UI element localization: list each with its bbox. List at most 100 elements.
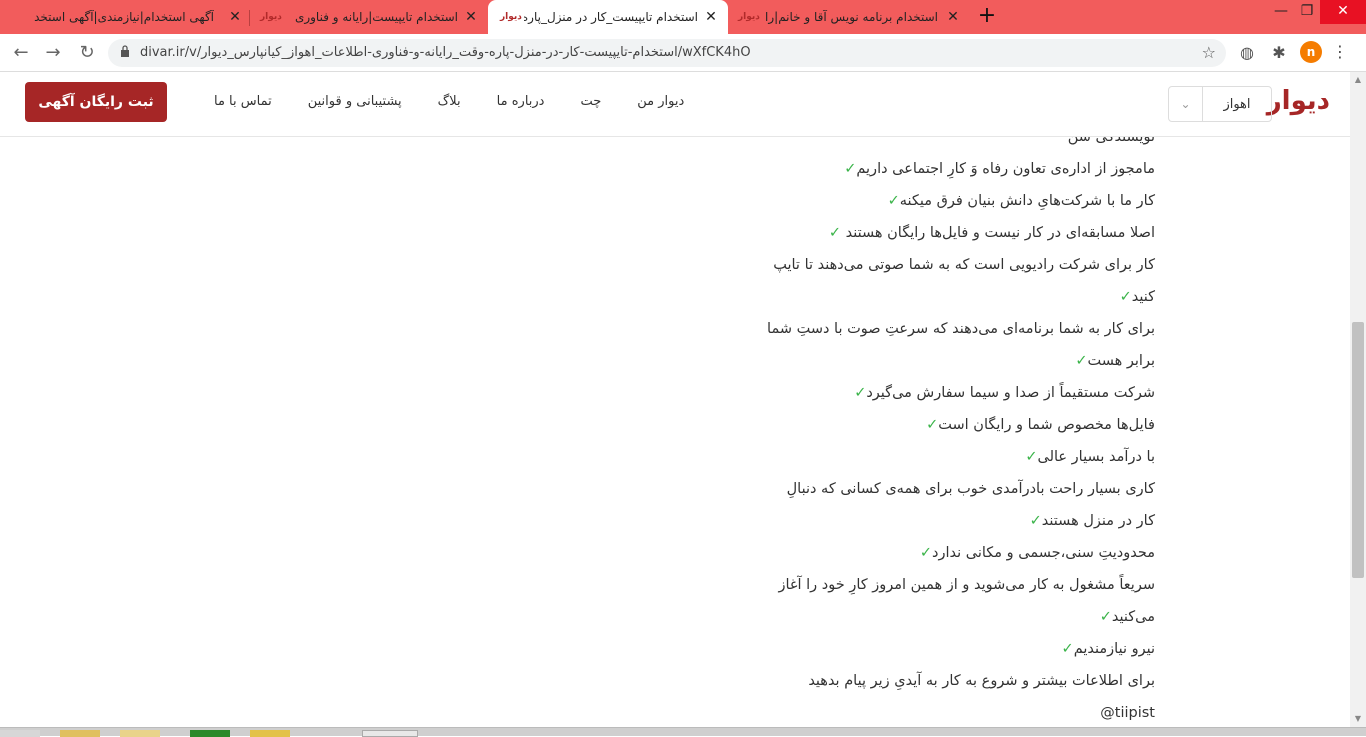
check-icon: ✓ <box>1119 289 1132 305</box>
description-line: می‌کنید✓ <box>735 601 1155 633</box>
line-text: نیرو نیازمندیم <box>1073 641 1155 657</box>
tab-close-icon[interactable]: ✕ <box>228 10 242 24</box>
description-line: نیرو نیازمندیم✓ <box>735 633 1155 665</box>
line-text: نویسندگی شن <box>1067 137 1155 145</box>
line-text: کار ما با شرکت‌هایِ دانش بنیان فرق میکنه <box>899 193 1155 209</box>
tab-title: استخدام تایپیست_کار در منزل_پاره و <box>524 10 698 24</box>
tab-2[interactable]: ✕ دیوار استخدام تایپیست|رایانه و فناوری … <box>252 0 484 34</box>
tab-4[interactable]: ✕ دیوار استخدام برنامه نویس آقا و خانم|ر… <box>732 0 964 34</box>
scrollbar-thumb[interactable] <box>1352 322 1364 578</box>
description-line: سریعاً مشغول به کار می‌شوید و از همین ام… <box>735 569 1155 601</box>
reload-icon[interactable]: ↻ <box>76 42 98 64</box>
description-line: محدودیتِ سنی،جسمی و مکانی ندارد✓ <box>735 537 1155 569</box>
line-text: شرکت مستقیماً از صدا و سیما سفارش می‌گیر… <box>866 385 1155 401</box>
main-nav: دیوار من چت درباره ما بلاگ پشتیبانی و قو… <box>196 94 702 114</box>
description-line: برابر هست✓ <box>735 345 1155 377</box>
description-lines: نویسندگی شن مامجوز از اداره‌ی تعاون رفاه … <box>735 137 1155 727</box>
line-text: کنید <box>1131 289 1155 305</box>
divar-favicon-icon: دیوار <box>500 12 522 22</box>
line-text: tiipist@ <box>1100 705 1155 721</box>
check-icon: ✓ <box>887 193 900 209</box>
ad-description: نویسندگی شن مامجوز از اداره‌ی تعاون رفاه … <box>0 137 1350 727</box>
description-line: فایل‌ها مخصوص شما و رایگان است✓ <box>735 409 1155 441</box>
description-line: کنید✓ <box>735 281 1155 313</box>
description-line: کار در منزل هستند✓ <box>735 505 1155 537</box>
description-line: کار ما با شرکت‌هایِ دانش بنیان فرق میکنه… <box>735 185 1155 217</box>
line-text: اصلا مسابقه‌ای در کار نیست و فایل‌ها رای… <box>840 225 1155 241</box>
description-line: اصلا مسابقه‌ای در کار نیست و فایل‌ها رای… <box>735 217 1155 249</box>
nav-blog[interactable]: بلاگ <box>420 94 479 114</box>
line-text: برای کار به شما برنامه‌ای می‌دهند که سرع… <box>767 321 1155 337</box>
tab-title: استخدام برنامه نویس آقا و خانم|رایانه <box>766 10 938 24</box>
check-icon: ✓ <box>854 385 867 401</box>
description-line: با درآمد بسیار عالی✓ <box>735 441 1155 473</box>
post-ad-button[interactable]: ثبت رایگان آگهی <box>25 82 167 122</box>
line-text: کار برای شرکت رادیویی است که به شما صوتی… <box>773 257 1155 273</box>
divar-favicon-icon: دیوار <box>260 12 282 22</box>
url-text: divar.ir/v/استخدام-تایپیست-کار-در-منزل-پ… <box>140 45 751 60</box>
tab-close-icon[interactable]: ✕ <box>946 10 960 24</box>
globe-icon[interactable]: ◍ <box>1236 42 1258 64</box>
city-name: اهواز <box>1223 96 1251 112</box>
check-icon: ✓ <box>919 545 932 561</box>
puzzle-icon[interactable]: ✱ <box>1268 42 1290 64</box>
line-text: با درآمد بسیار عالی <box>1037 449 1156 465</box>
description-line: کاری بسیار راحت بادرآمدی خوب برای همه‌ی … <box>735 473 1155 505</box>
nav-chat[interactable]: چت <box>562 94 619 114</box>
tab-1[interactable]: ✕ آگهی استخدام|نیازمندی|آگهی استخد <box>8 0 248 34</box>
site-header: دیوار ⌄ اهواز دیوار من چت درباره ما بلاگ… <box>0 72 1350 137</box>
check-icon: ✓ <box>1099 609 1112 625</box>
line-text: فایل‌ها مخصوص شما و رایگان است <box>938 417 1155 433</box>
line-text: برای اطلاعات بیشتر و شروع به کار به آیدی… <box>808 673 1155 689</box>
check-icon: ✓ <box>1075 353 1088 369</box>
description-line: برای کار به شما برنامه‌ای می‌دهند که سرع… <box>735 313 1155 345</box>
nav-support[interactable]: پشتیبانی و قوانین <box>290 94 420 114</box>
line-text: برابر هست <box>1087 353 1155 369</box>
scroll-up-icon[interactable]: ▲ <box>1350 72 1366 88</box>
taskbar <box>0 727 1366 737</box>
browser-toolbar: ← → ↻ divar.ir/v/استخدام-تایپیست-کار-در-… <box>0 34 1366 72</box>
scroll-down-icon[interactable]: ▼ <box>1350 711 1366 727</box>
check-icon: ✓ <box>1025 449 1038 465</box>
divar-logo[interactable]: دیوار <box>1267 86 1330 116</box>
description-line: مامجوز از اداره‌ی تعاون رفاه وَ کارِ اجت… <box>735 153 1155 185</box>
address-bar[interactable]: divar.ir/v/استخدام-تایپیست-کار-در-منزل-پ… <box>108 39 1226 67</box>
window-close-icon[interactable]: ✕ <box>1320 0 1366 24</box>
lock-icon[interactable] <box>120 45 130 57</box>
page-scrollbar[interactable]: ▲ ▼ <box>1350 72 1366 727</box>
line-text: کاری بسیار راحت بادرآمدی خوب برای همه‌ی … <box>786 481 1155 497</box>
check-icon: ✓ <box>828 225 841 241</box>
description-line: برای اطلاعات بیشتر و شروع به کار به آیدی… <box>735 665 1155 697</box>
nav-my-divar[interactable]: دیوار من <box>619 94 702 114</box>
line-text: مامجوز از اداره‌ی تعاون رفاه وَ کارِ اجت… <box>856 161 1155 177</box>
tab-strip: ✕ آگهی استخدام|نیازمندی|آگهی استخد ✕ دیو… <box>0 0 1366 34</box>
description-line: شرکت مستقیماً از صدا و سیما سفارش می‌گیر… <box>735 377 1155 409</box>
profile-avatar[interactable]: n <box>1300 41 1322 63</box>
check-icon: ✓ <box>926 417 939 433</box>
line-text: محدودیتِ سنی،جسمی و مکانی ندارد <box>931 545 1155 561</box>
description-line: tiipist@ <box>735 697 1155 727</box>
forward-icon[interactable]: → <box>42 42 64 64</box>
line-text: می‌کنید <box>1111 609 1155 625</box>
tab-close-icon[interactable]: ✕ <box>704 10 718 24</box>
check-icon: ✓ <box>1029 513 1042 529</box>
star-icon[interactable]: ☆ <box>1202 43 1216 62</box>
city-selector[interactable]: ⌄ اهواز <box>1168 86 1272 122</box>
line-text: سریعاً مشغول به کار می‌شوید و از همین ام… <box>778 577 1155 593</box>
chevron-down-icon: ⌄ <box>1169 87 1203 121</box>
description-line: نویسندگی شن <box>735 137 1155 153</box>
tab-close-icon[interactable]: ✕ <box>464 10 478 24</box>
check-icon: ✓ <box>844 161 857 177</box>
new-tab-icon[interactable]: + <box>976 5 998 28</box>
line-text: کار در منزل هستند <box>1041 513 1155 529</box>
description-line: کار برای شرکت رادیویی است که به شما صوتی… <box>735 249 1155 281</box>
back-icon[interactable]: ← <box>10 42 32 64</box>
tab-title: استخدام تایپیست|رایانه و فناوری اطلا <box>292 10 458 24</box>
divar-favicon-icon: دیوار <box>738 12 760 22</box>
tab-separator <box>249 10 250 26</box>
tab-3-active[interactable]: ✕ دیوار استخدام تایپیست_کار در منزل_پاره… <box>488 0 728 34</box>
nav-contact[interactable]: تماس با ما <box>196 94 290 114</box>
kebab-icon[interactable]: ⋮ <box>1332 42 1348 62</box>
nav-about[interactable]: درباره ما <box>479 94 563 114</box>
check-icon: ✓ <box>1061 641 1074 657</box>
